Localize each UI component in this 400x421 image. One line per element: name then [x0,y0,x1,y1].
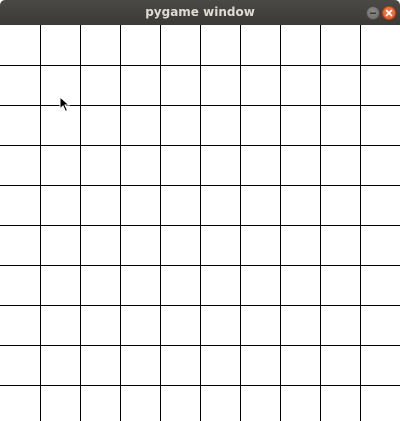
window-titlebar[interactable]: pygame window [0,0,400,25]
minimize-icon [370,12,376,14]
grid [0,25,400,421]
window-title: pygame window [145,5,255,19]
pygame-window: pygame window [0,0,400,421]
minimize-button[interactable] [366,6,380,20]
close-icon [385,9,393,17]
game-canvas[interactable] [0,25,400,421]
mouse-pointer-icon [59,96,71,113]
close-button[interactable] [382,6,396,20]
